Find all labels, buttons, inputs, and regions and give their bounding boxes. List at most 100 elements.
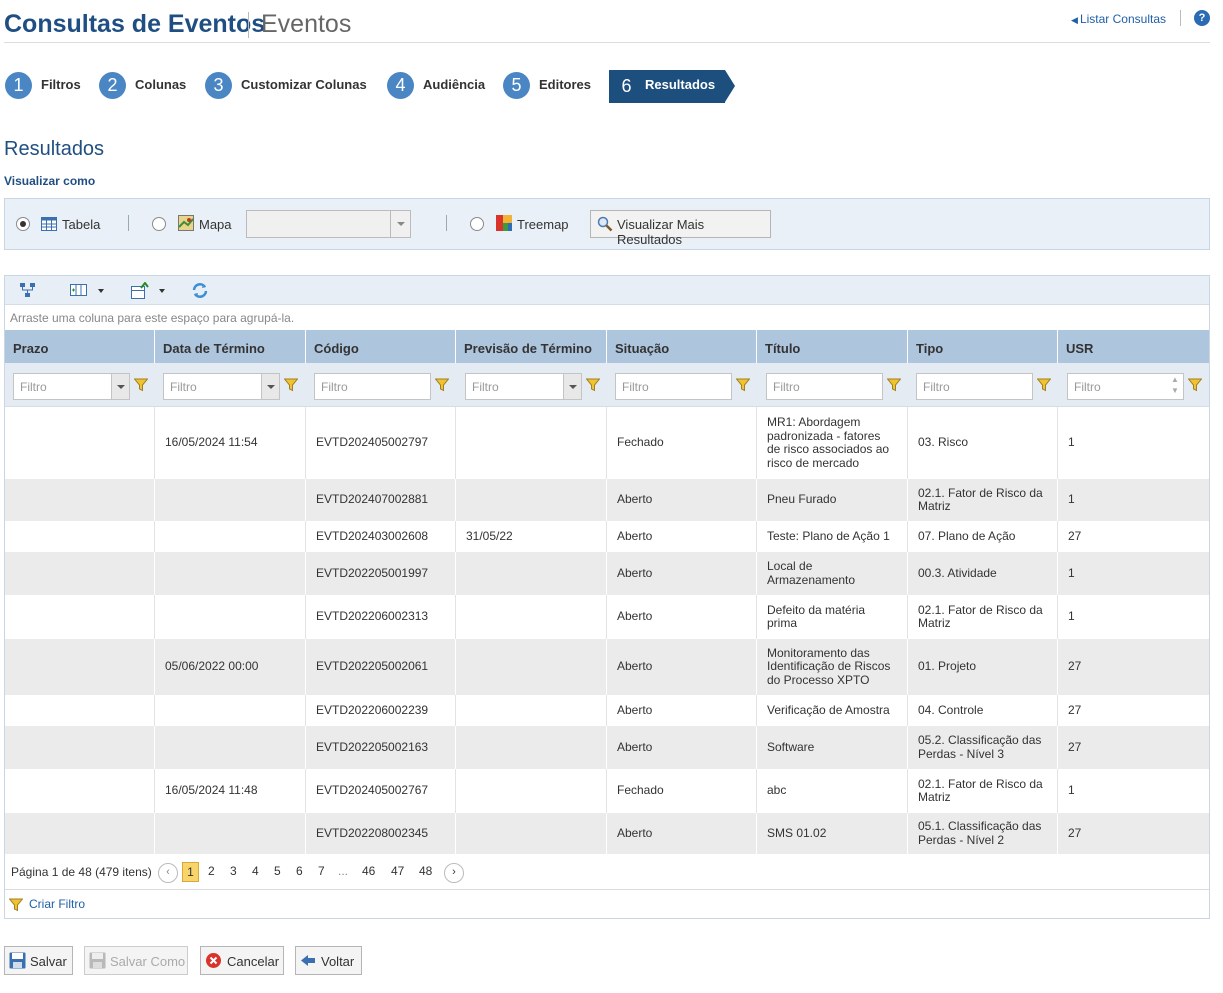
filter-prazo: Filtro: [13, 373, 151, 400]
table-row[interactable]: EVTD202206002239 Aberto Verificação de A…: [5, 695, 1209, 726]
expand-columns-icon[interactable]: [70, 282, 88, 299]
table-row[interactable]: EVTD202403002608 31/05/22 Aberto Teste: …: [5, 521, 1209, 552]
column-header-situacao[interactable]: Situação: [607, 330, 757, 363]
cancel-button[interactable]: Cancelar: [200, 946, 284, 975]
step-filtros[interactable]: 1 Filtros: [5, 70, 90, 103]
step-resultados[interactable]: 6 Resultados: [609, 70, 735, 103]
step-label: Audiência: [423, 77, 486, 92]
column-header-prazo[interactable]: Prazo: [5, 330, 155, 363]
step-audiencia[interactable]: 4 Audiência: [387, 70, 497, 103]
refresh-icon[interactable]: [191, 282, 209, 299]
cell-previsao: [456, 769, 607, 813]
cell-situacao: Aberto: [607, 595, 757, 639]
filter-icon[interactable]: [134, 378, 148, 392]
filter-icon[interactable]: [887, 378, 901, 392]
cell-situacao: Aberto: [607, 639, 757, 695]
title-divider: [248, 12, 249, 38]
column-header-codigo[interactable]: Código: [306, 330, 456, 363]
caret-down-icon[interactable]: [159, 289, 165, 293]
filter-usr-input[interactable]: Filtro: [1067, 373, 1184, 400]
number-spinner-icon[interactable]: ▲ ▼: [1168, 374, 1182, 399]
map-view-radio[interactable]: [152, 217, 166, 231]
filter-tipo-input[interactable]: Filtro: [916, 373, 1033, 400]
next-page-button[interactable]: ›: [444, 863, 464, 883]
page-2-button[interactable]: 2: [208, 864, 215, 878]
cell-usr: 1: [1068, 783, 1075, 798]
cell-previsao: [456, 479, 607, 521]
cell-previsao: [456, 552, 607, 595]
treemap-view-label: Treemap: [517, 217, 569, 232]
step-customizar-colunas[interactable]: 3 Customizar Colunas: [205, 70, 380, 103]
cell-titulo: MR1: Abordagem padronizada - fatores de …: [757, 407, 908, 479]
cell-tipo: 00.3. Atividade: [908, 552, 1058, 595]
cell-tipo: 02.1. Fator de Risco da Matriz: [908, 595, 1058, 639]
step-editores[interactable]: 5 Editores: [503, 70, 601, 103]
step-number: 4: [387, 72, 414, 99]
page-1-button[interactable]: 1: [182, 862, 199, 882]
table-row[interactable]: EVTD202205001997 Aberto Local de Armazen…: [5, 552, 1209, 595]
list-queries-link[interactable]: ◀ Listar Consultas: [1071, 12, 1166, 26]
export-icon[interactable]: [131, 282, 149, 299]
cell-usr: 27: [1068, 702, 1082, 717]
table-row[interactable]: 05/06/2022 00:00 EVTD202205002061 Aberto…: [5, 639, 1209, 695]
table-row[interactable]: EVTD202208002345 Aberto SMS 01.02 05.1. …: [5, 813, 1209, 854]
column-header-previsao-termino[interactable]: Previsão de Término: [456, 330, 607, 363]
save-button[interactable]: Salvar: [4, 946, 73, 975]
save-as-button[interactable]: Salvar Como: [84, 946, 188, 975]
step-colunas[interactable]: 2 Colunas: [99, 70, 199, 103]
help-icon[interactable]: ?: [1194, 10, 1210, 26]
cell-usr: 27: [1068, 825, 1082, 840]
group-drop-area[interactable]: Arraste uma coluna para este espaço para…: [5, 305, 1209, 330]
page-47-button[interactable]: 47: [391, 864, 404, 878]
cell-tipo: 02.1. Fator de Risco da Matriz: [908, 479, 1058, 521]
back-button[interactable]: Voltar: [295, 946, 362, 975]
table-row[interactable]: 16/05/2024 11:48 EVTD202405002767 Fechad…: [5, 769, 1209, 813]
table-row[interactable]: 16/05/2024 11:54 EVTD202405002797 Fechad…: [5, 407, 1209, 479]
column-header-usr[interactable]: USR: [1058, 330, 1209, 363]
filter-titulo-input[interactable]: Filtro: [766, 373, 883, 400]
chevron-down-icon[interactable]: [111, 374, 129, 399]
grid-toolbar: [5, 276, 1209, 305]
page-ellipsis-button[interactable]: ...: [338, 864, 348, 878]
page-7-button[interactable]: 7: [318, 864, 325, 878]
cell-situacao: Aberto: [607, 726, 757, 769]
chevron-down-icon[interactable]: [563, 374, 581, 399]
filter-icon[interactable]: [586, 378, 600, 392]
cell-titulo: Defeito da matéria prima: [757, 595, 908, 639]
view-divider: [128, 215, 129, 231]
cell-data-termino: [155, 479, 306, 521]
page-6-button[interactable]: 6: [296, 864, 303, 878]
filter-codigo-input[interactable]: Filtro: [314, 373, 431, 400]
filter-icon[interactable]: [1188, 378, 1202, 392]
page-5-button[interactable]: 5: [274, 864, 281, 878]
page-4-button[interactable]: 4: [252, 864, 259, 878]
treemap-view-radio[interactable]: [470, 217, 484, 231]
table-row[interactable]: EVTD202407002881 Aberto Pneu Furado 02.1…: [5, 479, 1209, 521]
view-more-results-button[interactable]: Visualizar Mais Resultados: [590, 210, 771, 247]
table-view-radio[interactable]: [16, 217, 30, 231]
page-3-button[interactable]: 3: [230, 864, 237, 878]
map-select[interactable]: [246, 210, 411, 238]
cell-situacao: Fechado: [607, 769, 757, 813]
page-46-button[interactable]: 46: [362, 864, 375, 878]
column-header-data-termino[interactable]: Data de Término: [155, 330, 306, 363]
table-row[interactable]: EVTD202205002163 Aberto Software 05.2. C…: [5, 726, 1209, 769]
prev-page-button[interactable]: ‹: [158, 863, 178, 883]
column-header-titulo[interactable]: Título: [757, 330, 908, 363]
filter-icon[interactable]: [1037, 378, 1051, 392]
create-filter-link[interactable]: Criar Filtro: [29, 897, 85, 911]
column-header-tipo[interactable]: Tipo: [908, 330, 1058, 363]
hierarchy-icon[interactable]: [19, 282, 37, 299]
cell-titulo: Monitoramento das Identificação de Risco…: [757, 639, 908, 695]
chevron-down-icon[interactable]: [390, 211, 410, 237]
table-row[interactable]: EVTD202206002313 Aberto Defeito da matér…: [5, 595, 1209, 639]
filter-icon[interactable]: [435, 378, 449, 392]
page-48-button[interactable]: 48: [419, 864, 432, 878]
chevron-down-icon[interactable]: [261, 374, 279, 399]
filter-icon[interactable]: [736, 378, 750, 392]
filter-icon[interactable]: [284, 378, 298, 392]
floppy-disk-icon: [9, 952, 26, 969]
cell-titulo: Teste: Plano de Ação 1: [757, 521, 908, 552]
filter-situacao-input[interactable]: Filtro: [615, 373, 732, 400]
caret-down-icon[interactable]: [98, 289, 104, 293]
